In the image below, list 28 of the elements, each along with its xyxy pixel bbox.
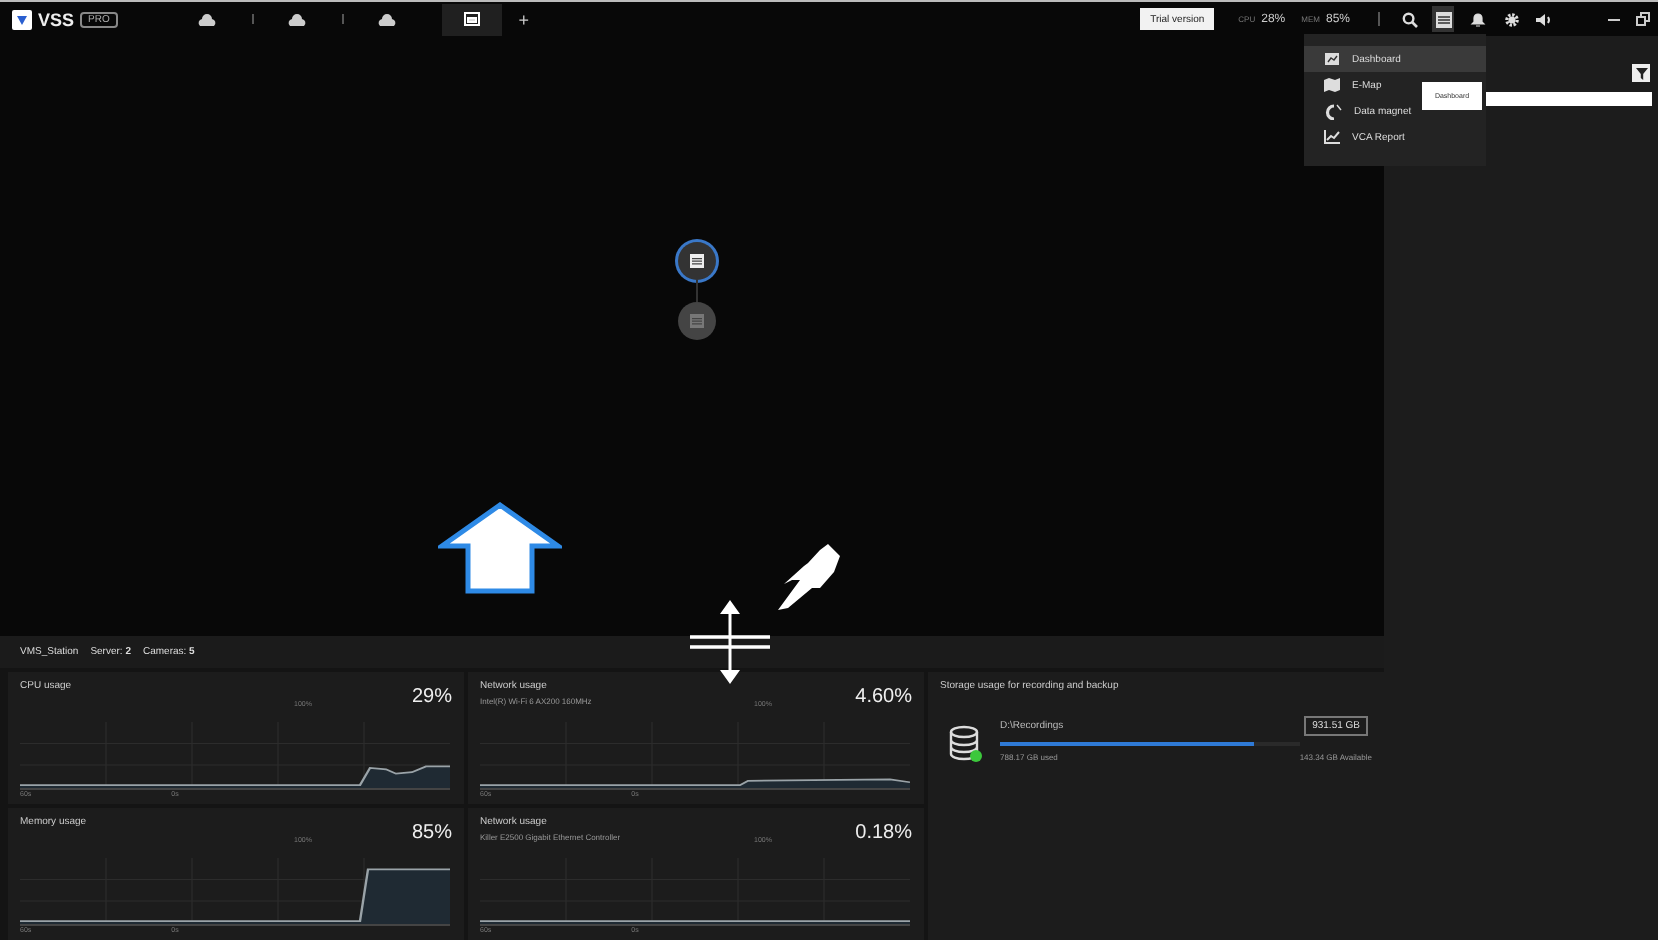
up-arrow-icon [438,502,562,594]
dashboard-icon [463,12,480,26]
cloud-icon [198,13,217,25]
usage-value: 29% [411,686,452,708]
usage-value: 4.60% [855,686,912,708]
usage-value: 0.18% [855,822,912,844]
view-node-button[interactable] [677,242,715,280]
list-icon [689,314,703,328]
usage-value: 85% [411,822,452,844]
shield-logo-icon [12,9,32,29]
restore-icon [1635,12,1649,26]
map-icon [1324,78,1340,92]
chart-icon [1324,130,1340,144]
cloud-icon [378,13,397,25]
dashboard-icon [1324,52,1340,66]
magnet-icon [1324,103,1342,119]
list-icon [689,254,703,268]
filter-button[interactable] [1632,64,1650,82]
app-logo-text: VSS [38,9,75,29]
view-node-button[interactable] [677,302,715,340]
database-icon [948,724,984,764]
restore-button[interactable] [1630,6,1654,32]
dashboard-button[interactable] [1432,6,1454,32]
cloud-icon [288,13,307,25]
dashboard-tab[interactable] [441,3,502,35]
add-tab-button[interactable]: + [509,5,538,33]
minimize-icon [1608,13,1620,25]
resize-cursor-icon [690,598,770,686]
